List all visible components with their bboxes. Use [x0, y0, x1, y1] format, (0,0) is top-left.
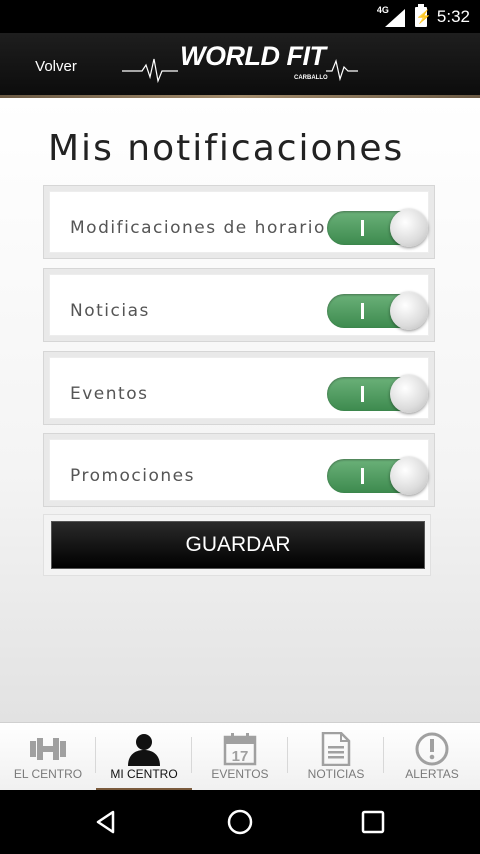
promotions-toggle[interactable] — [327, 457, 428, 495]
notification-label: Promociones — [70, 466, 195, 486]
logo-text: WORLD FIT — [180, 41, 326, 71]
tab-mi-centro[interactable]: MI CENTRO — [96, 723, 192, 791]
notification-label: Modificaciones de horario — [70, 218, 326, 238]
notifications-panel: Mis notificaciones Modificaciones de hor… — [0, 98, 480, 722]
tab-label: EL CENTRO — [13, 767, 83, 781]
notification-label: Eventos — [70, 384, 149, 404]
notification-row-events: Eventos — [43, 351, 435, 425]
tab-label: EVENTOS — [211, 767, 269, 781]
tab-alertas[interactable]: ALERTAS — [384, 723, 480, 791]
status-bar: 4G ⚡ 5:32 — [0, 0, 480, 33]
bottom-tab-bar: EL CENTRO MI CENTRO 17 EVENTOS NOTICIAS … — [0, 722, 480, 791]
toggle-knob — [390, 209, 428, 247]
status-time: 5:32 — [436, 6, 470, 26]
home-nav-icon[interactable] — [220, 802, 260, 842]
toggle-knob — [390, 375, 428, 413]
tab-noticias[interactable]: NOTICIAS — [288, 723, 384, 791]
notification-row-news: Noticias — [43, 268, 435, 342]
tab-eventos[interactable]: 17 EVENTOS — [192, 723, 288, 791]
system-nav-bar — [0, 790, 480, 854]
tab-label: ALERTAS — [405, 767, 459, 781]
battery-icon: ⚡ — [414, 3, 432, 27]
page-title: Mis notificaciones — [48, 128, 405, 169]
back-nav-icon[interactable] — [86, 802, 126, 842]
toggle-on-mark — [361, 303, 364, 319]
logo-subtext: CARBALLO — [294, 75, 328, 81]
world-fit-logo: WORLD FIT CARBALLO — [122, 41, 358, 89]
toggle-knob — [390, 292, 428, 330]
document-icon — [288, 731, 384, 767]
calendar-day: 17 — [232, 748, 249, 765]
tab-label: MI CENTRO — [110, 767, 178, 781]
toggle-knob — [390, 457, 428, 495]
tab-label: NOTICIAS — [307, 767, 365, 781]
toggle-on-mark — [361, 220, 364, 236]
back-button[interactable]: Volver — [18, 43, 94, 89]
alert-icon — [384, 731, 480, 767]
schedule-toggle[interactable] — [327, 209, 428, 247]
toggle-on-mark — [361, 468, 364, 484]
events-toggle[interactable] — [327, 375, 428, 413]
notification-row-promotions: Promociones — [43, 433, 435, 507]
notification-row-schedule: Modificaciones de horario — [43, 185, 435, 259]
signal-icon: 4G — [377, 5, 405, 27]
recents-nav-icon[interactable] — [353, 802, 393, 842]
tab-el-centro[interactable]: EL CENTRO — [0, 723, 96, 791]
save-button-container: GUARDAR — [43, 514, 431, 576]
notification-label: Noticias — [70, 301, 150, 321]
toggle-on-mark — [361, 386, 364, 402]
person-icon — [96, 731, 192, 767]
calendar-icon: 17 — [192, 731, 288, 767]
dumbbell-icon — [0, 731, 96, 767]
save-button[interactable]: GUARDAR — [51, 521, 425, 569]
news-toggle[interactable] — [327, 292, 428, 330]
